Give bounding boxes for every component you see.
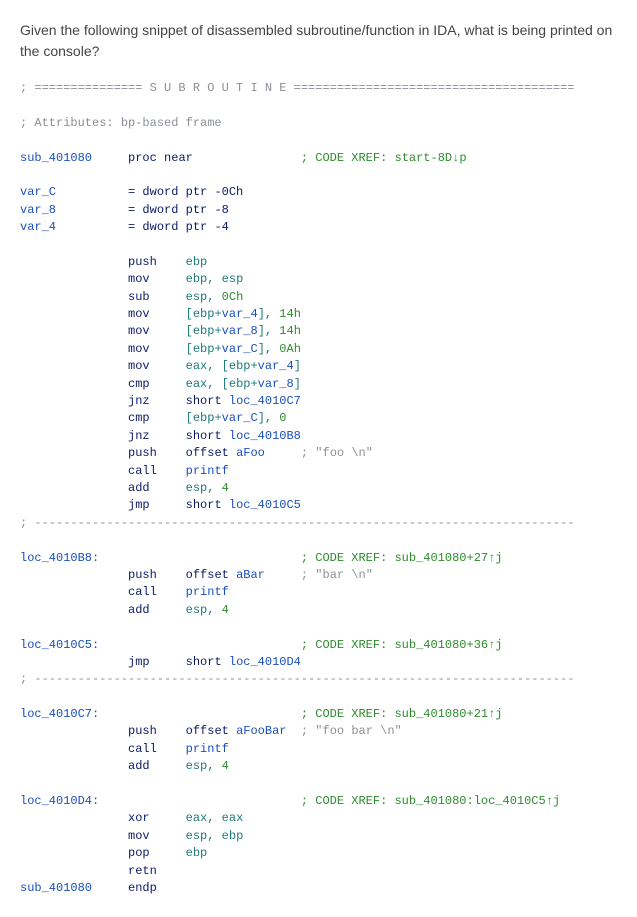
comment: ; "bar \n": [301, 568, 373, 582]
comment: ; "foo bar \n": [301, 724, 402, 738]
xref: ; CODE XREF: sub_401080+21↑j: [301, 707, 503, 721]
sub-label-end: sub_401080: [20, 881, 92, 895]
comment: ; "foo \n": [301, 446, 373, 460]
xref: ; CODE XREF: sub_401080+36↑j: [301, 638, 503, 652]
question-text: Given the following snippet of disassemb…: [20, 20, 617, 62]
separator: ; --------------------------------------…: [20, 516, 575, 530]
loc-label: loc_4010B8:: [20, 551, 99, 565]
var-name: var_C: [20, 185, 56, 199]
sub-label: sub_401080: [20, 151, 92, 165]
assembly-listing: ; =============== S U B R O U T I N E ==…: [20, 80, 617, 897]
loc-label: loc_4010C5:: [20, 638, 99, 652]
xref: ; CODE XREF: start-8D↓p: [301, 151, 467, 165]
xref: ; CODE XREF: sub_401080+27↑j: [301, 551, 503, 565]
loc-label: loc_4010C7:: [20, 707, 99, 721]
attributes-comment: ; Attributes: bp-based frame: [20, 116, 222, 130]
separator: ; --------------------------------------…: [20, 672, 575, 686]
xref: ; CODE XREF: sub_401080:loc_4010C5↑j: [301, 794, 560, 808]
var-name: var_8: [20, 203, 56, 217]
section-header: ; =============== S U B R O U T I N E ==…: [20, 81, 575, 95]
loc-label: loc_4010D4:: [20, 794, 99, 808]
var-name: var_4: [20, 220, 56, 234]
